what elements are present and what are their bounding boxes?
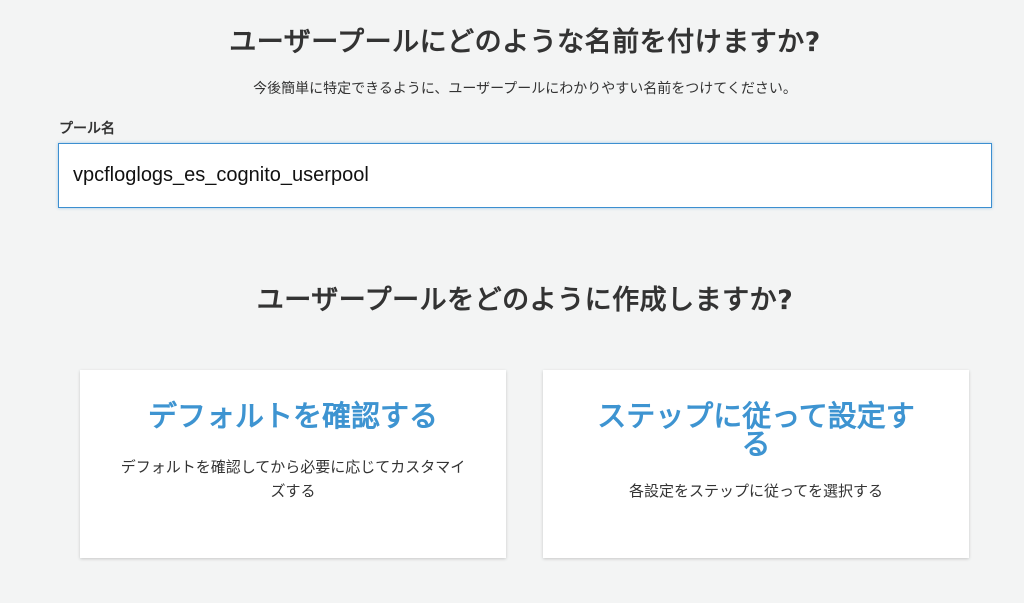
pool-name-label: プール名 [59, 121, 115, 137]
review-defaults-title: デフォルトを確認する [147, 399, 438, 433]
creation-question: ユーザープールをどのように作成しますか? [256, 285, 794, 316]
step-through-settings-description: 各設定をステップに従ってを選択する [629, 482, 883, 500]
pool-name-hint: 今後簡単に特定できるように、ユーザープールにわかりやすい名前をつけてください。 [253, 81, 797, 97]
review-defaults-card[interactable]: デフォルトを確認する デフォルトを確認してから必要に応じてカスタマイズする [80, 370, 506, 558]
pool-name-input[interactable] [58, 143, 992, 208]
review-defaults-description: デフォルトを確認してから必要に応じてカスタマイズする [120, 458, 466, 500]
user-pool-name-page: ユーザープールにどのような名前を付けますか? 今後簡単に特定できるように、ユーザ… [0, 0, 1024, 603]
pool-name-question: ユーザープールにどのような名前を付けますか? [229, 27, 821, 58]
step-through-settings-card[interactable]: ステップに従って設定する 各設定をステップに従ってを選択する [543, 370, 969, 558]
step-through-settings-title: ステップに従って設定する [597, 399, 915, 461]
